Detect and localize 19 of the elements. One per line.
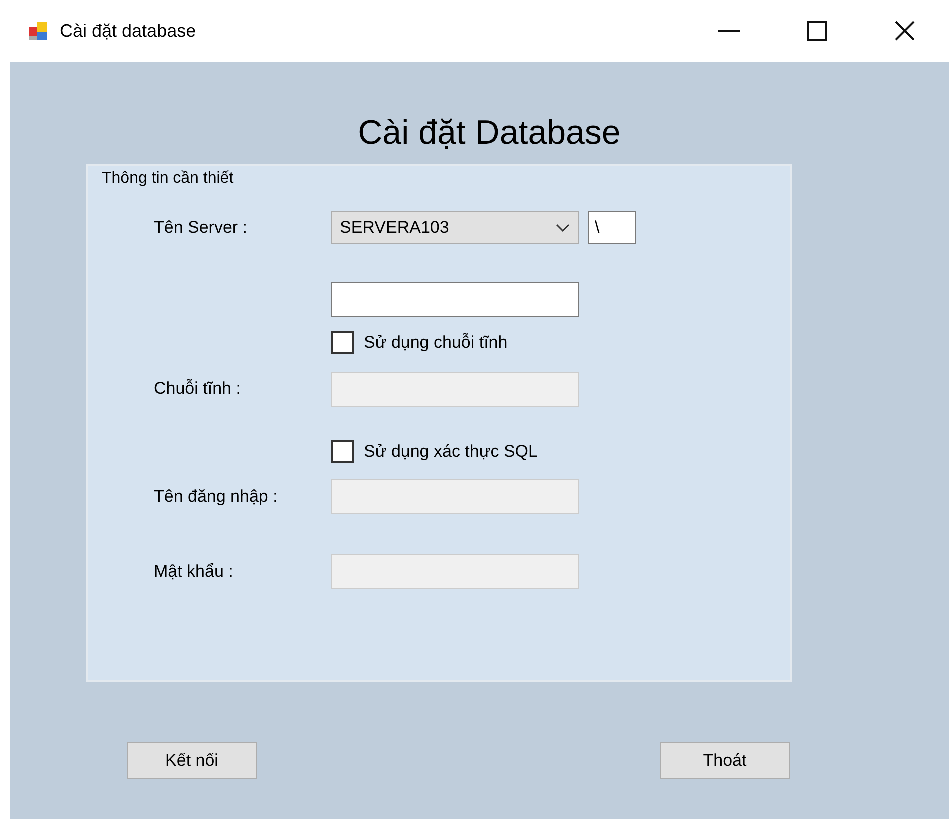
field-label: Tên Server : — [154, 216, 249, 239]
app-icon — [28, 21, 48, 41]
field-label: Tên đăng nhập : — [154, 486, 279, 508]
checkbox[interactable]: Sử dụng chuỗi tĩnh — [331, 330, 508, 356]
text-field[interactable] — [331, 282, 579, 317]
form-heading: Cài đặt Database — [357, 113, 621, 154]
minimize-icon[interactable] — [718, 30, 740, 32]
server-dropdown[interactable]: SERVERA103 — [331, 211, 579, 244]
instance-field[interactable]: \ — [588, 211, 636, 244]
field-label: Mật khẩu : — [154, 560, 234, 583]
checkbox[interactable]: Sử dụng xác thực SQL — [331, 438, 538, 464]
close-icon[interactable] — [895, 21, 915, 41]
window-title: Cài đặt database — [60, 20, 196, 42]
dialog-button[interactable]: Kết nối — [127, 742, 257, 779]
chevron-down-icon — [556, 224, 570, 232]
dialog-button[interactable]: Thoát — [660, 742, 790, 779]
maximize-icon[interactable] — [807, 21, 827, 41]
group-title: Thông tin cần thiết — [102, 169, 234, 189]
field-label: Chuỗi tĩnh : — [154, 378, 242, 400]
